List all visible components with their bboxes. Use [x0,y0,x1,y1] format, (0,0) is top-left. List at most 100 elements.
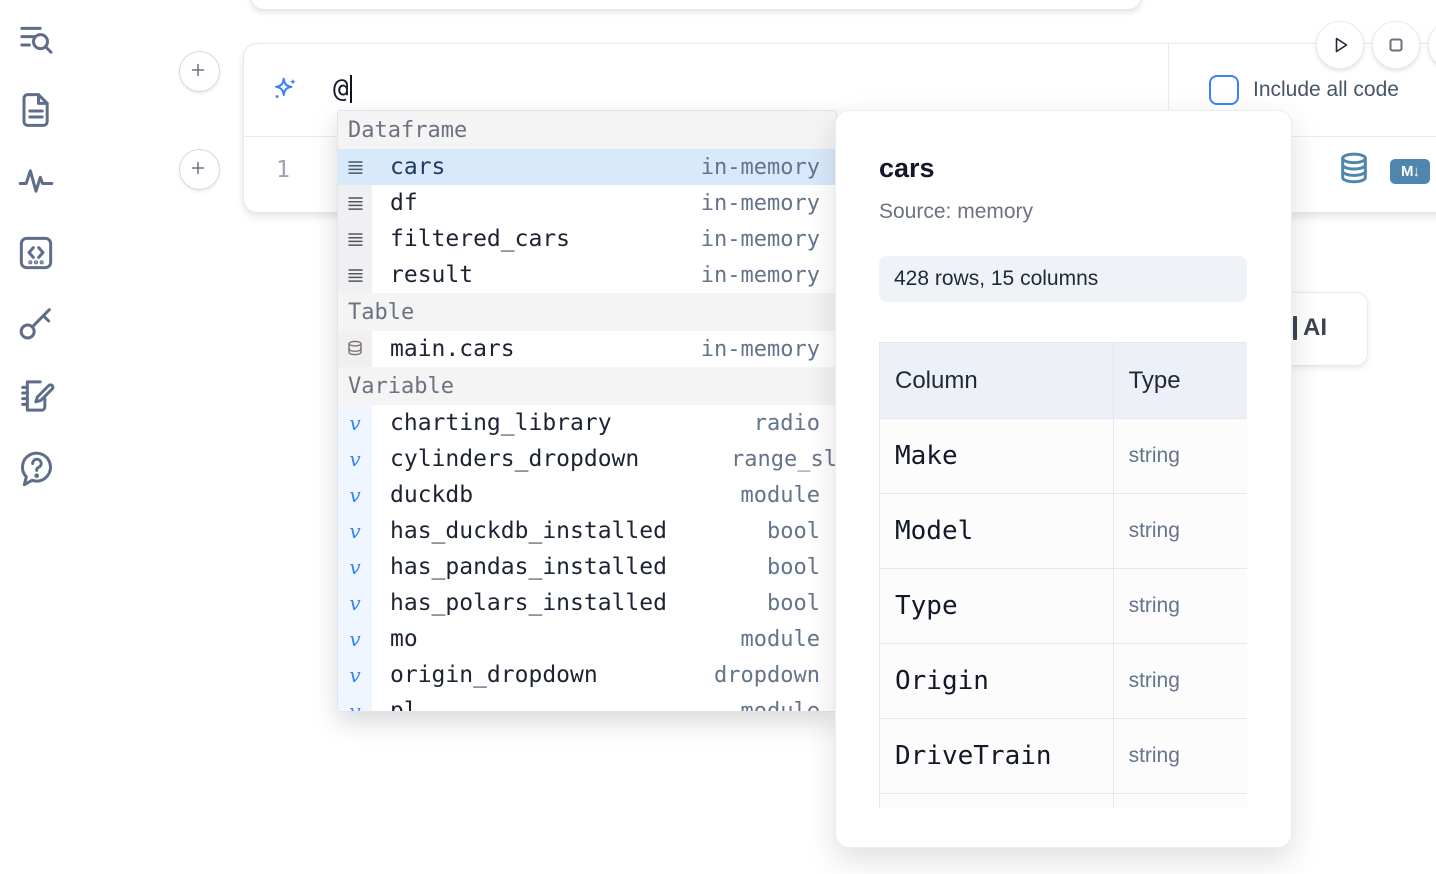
preview-source: Source: memory [879,200,1291,224]
item-name: has_duckdb_installed [390,518,667,544]
variable-icon: v [338,657,372,693]
item-type: range_slider [731,447,837,472]
key-icon[interactable] [16,304,56,344]
variable-icon: v [338,441,372,477]
column-type: string [1129,669,1180,692]
autocomplete-item-has-pandas-installed[interactable]: v has_pandas_installed bool [338,549,836,585]
include-all-code-checkbox[interactable] [1209,75,1239,105]
item-name: pl [390,698,418,712]
prompt-value: @ [333,74,349,104]
rows-icon [338,257,372,293]
autocomplete-item-cars[interactable]: carsin-memory [338,149,836,185]
database-icon [338,331,372,367]
schema-row: Typestring [880,569,1248,644]
autocomplete-section-header: Table [338,293,836,331]
item-type: in-memory [701,227,820,252]
column-type: string [1129,519,1180,542]
notebook-edit-icon[interactable] [16,376,56,416]
list-search-icon[interactable] [16,20,56,60]
autocomplete-item-main-cars[interactable]: main.cars in-memory [338,331,836,367]
variable-icon: v [338,513,372,549]
rows-icon [338,185,372,221]
schema-row: Model string [880,494,1248,569]
preview-schema-table: Column Type MakestringModelstringTypestr… [879,342,1247,808]
autocomplete-item-duckdb[interactable]: vduckdb module [338,477,836,513]
line-number: 1 [268,157,290,183]
item-type: radio [754,411,820,436]
autocomplete-item-cylinders-dropdown[interactable]: v cylinders_dropdown range_slider [338,441,836,477]
database-icon[interactable] [1337,151,1371,189]
item-name: has_pandas_installed [390,554,667,580]
ai-prompt-input[interactable]: @ [333,74,352,104]
activity-icon[interactable] [16,161,56,201]
schema-row: DriveTrain string [880,719,1248,794]
item-type: module [741,627,820,652]
variable-icon: v [338,405,372,441]
schema-row: Makestring [880,419,1248,494]
column-header: Column [880,343,1114,419]
variable-icon: v [338,585,372,621]
schema-row: Origin string [880,644,1248,719]
file-document-icon[interactable] [16,90,56,130]
column-name: Model [895,516,973,546]
preview-title: cars [879,153,1291,184]
variable-icon: v [338,549,372,585]
autocomplete-item-result[interactable]: result in-memory [338,257,836,293]
item-type: module [741,699,820,713]
rows-icon [338,149,372,185]
autocomplete-item-pl[interactable]: v pl module [338,693,836,712]
autocomplete-section-header: Dataframe [338,111,836,149]
autocomplete-item-has-duckdb-installed[interactable]: v has_duckdb_installed bool [338,513,836,549]
autocomplete-item-charting-library[interactable]: v charting_library radio [338,405,836,441]
code-snippets-icon[interactable] [16,233,56,273]
column-name: Origin [895,666,989,696]
autocomplete-item-filtered-cars[interactable]: filtered_carsin-memory [338,221,836,257]
item-type: in-memory [701,337,820,362]
autocomplete-dropdown: Dataframecarsin-memorydfin-memoryfiltere… [337,110,837,712]
help-icon[interactable] [16,448,56,488]
item-name: duckdb [390,482,473,508]
column-name: DriveTrain [895,741,1052,771]
item-name: has_polars_installed [390,590,667,616]
autocomplete-item-has-polars-installed[interactable]: v has_polars_installed bool [338,585,836,621]
stop-button[interactable] [1372,21,1420,69]
variable-icon: v [338,693,372,712]
autocomplete-item-df[interactable]: df in-memory [338,185,836,221]
dataframe-preview-popup: cars Source: memory 428 rows, 15 columns… [835,110,1292,848]
item-type: bool [767,591,820,616]
autocomplete-item-origin-dropdown[interactable]: v origin_dropdown dropdown [338,657,836,693]
item-name: mo [390,626,418,652]
item-name: cylinders_dropdown [390,446,639,472]
item-type: in-memory [701,155,820,180]
run-cell-button[interactable] [1316,21,1364,69]
text-caret [350,75,352,103]
add-cell-below-button[interactable] [179,149,220,190]
item-name: df [390,190,418,216]
activity-sidebar [0,0,74,874]
item-name: origin_dropdown [390,662,598,688]
variable-icon: v [338,477,372,513]
item-type: bool [767,555,820,580]
item-type: module [741,483,820,508]
previous-cell [250,0,1142,10]
variable-icon: v [338,621,372,657]
rows-icon [338,221,372,257]
schema-row-clipped [880,794,1248,809]
include-all-code-label: Include all code [1253,78,1399,102]
item-type: in-memory [701,263,820,288]
markdown-icon[interactable]: M↓ [1390,159,1430,184]
column-type: string [1129,744,1180,767]
preview-shape-badge: 428 rows, 15 columns [879,256,1247,302]
add-cell-above-button[interactable] [179,51,220,92]
column-name: Type [895,591,958,621]
autocomplete-item-mo[interactable]: vmo module [338,621,836,657]
item-name: main.cars [390,336,515,362]
item-name: charting_library [390,410,612,436]
ai-button-label: AI [1303,314,1327,342]
item-type: in-memory [701,191,820,216]
item-name: result [390,262,473,288]
type-header: Type [1113,343,1247,419]
clipped-letter-fragment [1293,316,1297,340]
item-type: bool [767,519,820,544]
item-type: dropdown [714,663,820,688]
